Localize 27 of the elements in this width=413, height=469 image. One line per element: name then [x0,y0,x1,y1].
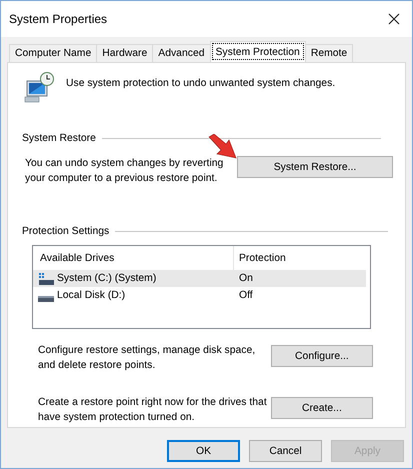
dialog-button[interactable]: Cancel [249,440,322,462]
system-restore-button[interactable]: System Restore... [237,156,393,178]
group-heading: Protection Settings [22,226,110,237]
dialog-button[interactable]: OK [167,440,240,462]
protection-status: Off [238,290,254,301]
system-drive-icon [38,272,54,284]
drive-name: System (C:) (System) [57,273,156,284]
drive-icon [38,296,54,302]
window-title: System Properties [9,12,108,26]
drive-row[interactable]: Local Disk (D:) Off [33,287,366,304]
group-heading: System Restore [22,133,96,144]
action-description: Configure restore settings, manage disk space, and delete restore points. [38,344,256,373]
tab[interactable]: Computer Name [9,44,98,62]
action-description: Create a restore point right now for the drives that have system protection turned on. [38,396,268,425]
tab[interactable]: System Protection [210,41,306,62]
drive-name: Local Disk (D:) [57,290,126,301]
computer-clock-icon [24,71,56,103]
close-icon[interactable] [388,13,400,25]
tab[interactable]: Remote [304,44,354,62]
drive-row[interactable]: System (C:) (System) On [33,270,366,287]
column-header[interactable]: Protection [234,246,370,270]
restore-description: You can undo system changes by reverting your computer to a previous restore point. [25,157,224,186]
protection-status: On [238,273,254,284]
intro-text: Use system protection to undo unwanted system changes. [66,77,336,89]
action-button[interactable]: Configure... [270,345,373,367]
pointer-arrow-icon [207,134,237,160]
action-button[interactable]: Create... [270,397,373,419]
